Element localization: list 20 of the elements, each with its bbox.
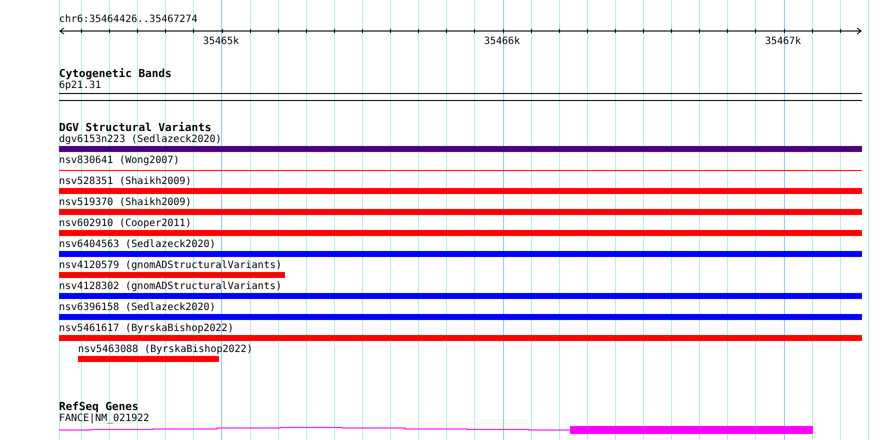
track-title: Cytogenetic Bands: [59, 68, 173, 80]
variant-label[interactable]: nsv5463088 (ByrskaBishop2022): [78, 344, 862, 356]
variant-label[interactable]: nsv519370 (Shaikh2009): [59, 197, 862, 209]
variant-label[interactable]: nsv5461617 (ByrskaBishop2022): [59, 323, 862, 335]
variant-label[interactable]: nsv830641 (Wong2007): [59, 155, 862, 167]
variant-label[interactable]: nsv602910 (Cooper2011): [59, 218, 862, 230]
track-title: RefSeq Genes: [59, 401, 140, 413]
variant-label[interactable]: nsv6404563 (Sedlazeck2020): [59, 239, 862, 251]
variant-label[interactable]: dgv6153n223 (Sedlazeck2020): [59, 134, 862, 146]
tick-label: 35467k: [764, 36, 802, 48]
tick-label: 35466k: [484, 36, 520, 48]
band-label: 6p21.31: [59, 80, 102, 92]
region-label: chr6:35464426..35467274: [59, 14, 198, 26]
variant-label[interactable]: nsv4120579 (gnomADStructuralVariants): [59, 260, 862, 272]
variant-label[interactable]: nsv6396158 (Sedlazeck2020): [59, 302, 862, 314]
variant-label[interactable]: nsv4128302 (gnomADStructuralVariants): [59, 281, 862, 293]
variant-label[interactable]: nsv528351 (Shaikh2009): [59, 176, 862, 188]
gene-label[interactable]: FANCE|NM_021922: [59, 413, 862, 425]
tick-label: 35465k: [202, 36, 240, 48]
track-title: DGV Structural Variants: [59, 122, 212, 134]
